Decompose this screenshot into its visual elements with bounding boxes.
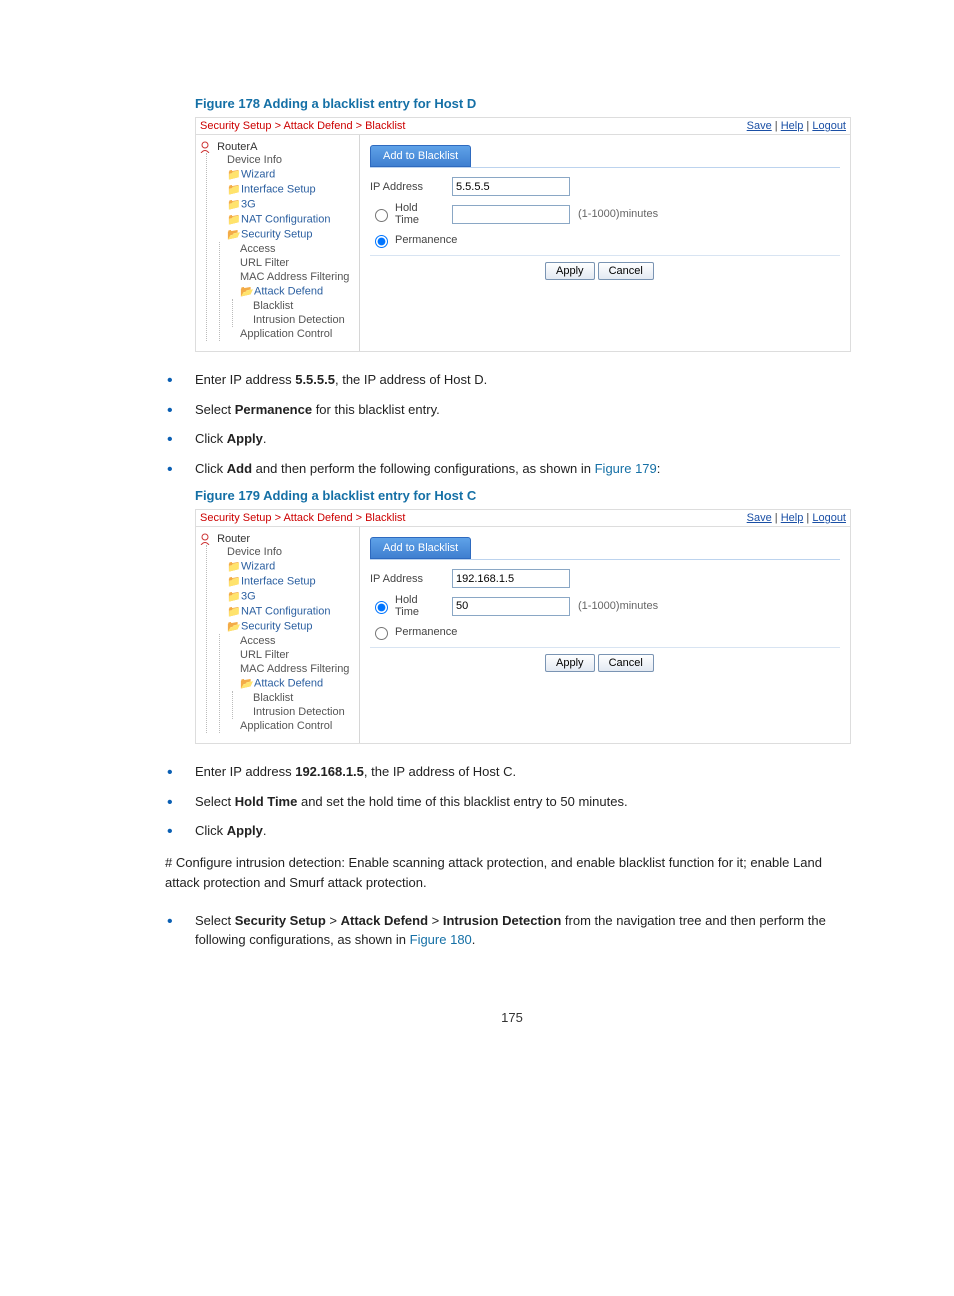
step: Click Apply. <box>195 821 859 841</box>
step: Enter IP address 192.168.1.5, the IP add… <box>195 762 859 782</box>
folder-icon: 📂 <box>240 677 254 690</box>
hold-time-input[interactable] <box>452 597 570 616</box>
nav-nat[interactable]: 📁NAT Configuration <box>213 212 355 227</box>
hold-time-radio[interactable]: Hold Time <box>370 594 444 618</box>
step: Enter IP address 5.5.5.5, the IP address… <box>195 370 859 390</box>
nav-blacklist[interactable]: Blacklist <box>239 691 355 705</box>
header-links: Save | Help | Logout <box>747 512 846 524</box>
nav-blacklist[interactable]: Blacklist <box>239 299 355 313</box>
router-name: RouterA <box>217 141 257 153</box>
folder-icon: 📂 <box>227 620 241 633</box>
paragraph: # Configure intrusion detection: Enable … <box>165 853 859 893</box>
step: Select Hold Time and set the hold time o… <box>195 792 859 812</box>
step: Click Add and then perform the following… <box>195 459 859 479</box>
screenshot-178: Security Setup > Attack Defend > Blackli… <box>195 117 851 352</box>
nav-interface-setup[interactable]: 📁Interface Setup <box>213 182 355 197</box>
router-icon <box>200 141 214 153</box>
folder-icon: 📁 <box>227 183 241 196</box>
nav-app-control[interactable]: Application Control <box>226 327 355 341</box>
nav-attack-defend[interactable]: 📂Attack Defend <box>226 676 355 691</box>
nav-app-control[interactable]: Application Control <box>226 719 355 733</box>
permanence-radio-input[interactable] <box>375 235 388 248</box>
router-icon <box>200 533 214 545</box>
apply-button[interactable]: Apply <box>545 654 595 672</box>
nav-device-info[interactable]: Device Info <box>213 545 355 559</box>
folder-icon: 📂 <box>227 228 241 241</box>
folder-icon: 📁 <box>227 560 241 573</box>
help-link[interactable]: Help <box>781 512 804 524</box>
apply-button[interactable]: Apply <box>545 262 595 280</box>
nav-interface-setup[interactable]: 📁Interface Setup <box>213 574 355 589</box>
figure-180-ref[interactable]: Figure 180 <box>410 932 472 947</box>
nav-intrusion[interactable]: Intrusion Detection <box>239 313 355 327</box>
folder-icon: 📁 <box>227 605 241 618</box>
breadcrumb: Security Setup > Attack Defend > Blackli… <box>200 512 405 524</box>
hold-time-input[interactable] <box>452 205 570 224</box>
help-link[interactable]: Help <box>781 120 804 132</box>
nav-nat[interactable]: 📁NAT Configuration <box>213 604 355 619</box>
nav-url-filter[interactable]: URL Filter <box>226 648 355 662</box>
hold-time-radio-input[interactable] <box>375 209 388 222</box>
breadcrumb: Security Setup > Attack Defend > Blackli… <box>200 120 405 132</box>
hold-time-hint: (1-1000)minutes <box>578 600 658 612</box>
permanence-radio[interactable]: Permanence <box>370 624 444 640</box>
permanence-radio-input[interactable] <box>375 627 388 640</box>
step: Select Permanence for this blacklist ent… <box>195 400 859 420</box>
hold-time-radio[interactable]: Hold Time <box>370 202 444 226</box>
header-links: Save | Help | Logout <box>747 120 846 132</box>
folder-icon: 📁 <box>227 213 241 226</box>
figure-178-caption: Figure 178 Adding a blacklist entry for … <box>195 96 859 111</box>
nav-device-info[interactable]: Device Info <box>213 153 355 167</box>
folder-icon: 📁 <box>227 198 241 211</box>
permanence-radio[interactable]: Permanence <box>370 232 444 248</box>
nav-wizard[interactable]: 📁Wizard <box>213 559 355 574</box>
nav-intrusion[interactable]: Intrusion Detection <box>239 705 355 719</box>
folder-icon: 📂 <box>240 285 254 298</box>
step: Click Apply. <box>195 429 859 449</box>
folder-icon: 📁 <box>227 168 241 181</box>
ip-label: IP Address <box>370 573 444 585</box>
nav-url-filter[interactable]: URL Filter <box>226 256 355 270</box>
hold-time-radio-input[interactable] <box>375 601 388 614</box>
nav-3g[interactable]: 📁3G <box>213 589 355 604</box>
cancel-button[interactable]: Cancel <box>598 262 654 280</box>
save-link[interactable]: Save <box>747 120 772 132</box>
figure-179-caption: Figure 179 Adding a blacklist entry for … <box>195 488 859 503</box>
hold-time-hint: (1-1000)minutes <box>578 208 658 220</box>
folder-icon: 📁 <box>227 575 241 588</box>
step: Select Security Setup > Attack Defend > … <box>195 911 859 950</box>
cancel-button[interactable]: Cancel <box>598 654 654 672</box>
nav-3g[interactable]: 📁3G <box>213 197 355 212</box>
nav-mac-filter[interactable]: MAC Address Filtering <box>226 270 355 284</box>
nav-security[interactable]: 📂Security Setup <box>213 619 355 634</box>
router-name: Router <box>217 533 250 545</box>
nav-security[interactable]: 📂Security Setup <box>213 227 355 242</box>
logout-link[interactable]: Logout <box>812 512 846 524</box>
folder-icon: 📁 <box>227 590 241 603</box>
nav-access[interactable]: Access <box>226 242 355 256</box>
nav-tree: Router Device Info 📁Wizard 📁Interface Se… <box>196 527 360 743</box>
ip-input[interactable] <box>452 569 570 588</box>
figure-179-ref[interactable]: Figure 179 <box>595 461 657 476</box>
nav-tree: RouterA Device Info 📁Wizard 📁Interface S… <box>196 135 360 351</box>
tab-add-to-blacklist[interactable]: Add to Blacklist <box>370 145 471 167</box>
page-number: 175 <box>165 1010 859 1025</box>
logout-link[interactable]: Logout <box>812 120 846 132</box>
ip-label: IP Address <box>370 181 444 193</box>
save-link[interactable]: Save <box>747 512 772 524</box>
nav-wizard[interactable]: 📁Wizard <box>213 167 355 182</box>
ip-input[interactable] <box>452 177 570 196</box>
nav-mac-filter[interactable]: MAC Address Filtering <box>226 662 355 676</box>
screenshot-179: Security Setup > Attack Defend > Blackli… <box>195 509 851 744</box>
nav-attack-defend[interactable]: 📂Attack Defend <box>226 284 355 299</box>
nav-access[interactable]: Access <box>226 634 355 648</box>
tab-add-to-blacklist[interactable]: Add to Blacklist <box>370 537 471 559</box>
